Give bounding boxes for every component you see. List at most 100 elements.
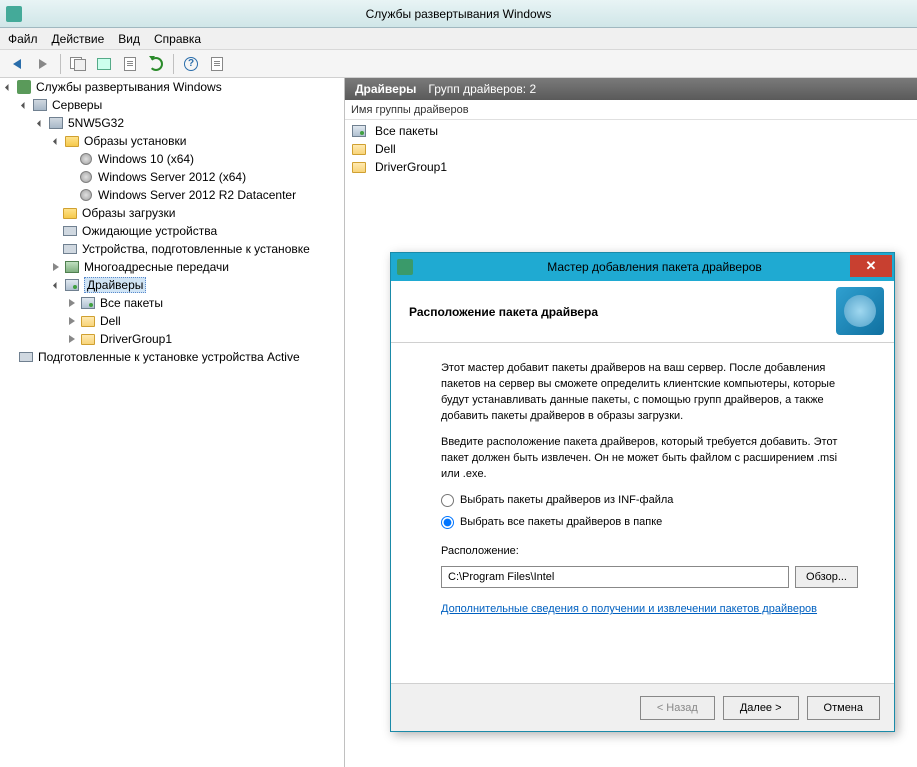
server-icon xyxy=(49,117,63,129)
toolbar-button-4[interactable] xyxy=(206,53,228,75)
menubar: Файл Действие Вид Справка xyxy=(0,28,917,50)
tree-toggle[interactable] xyxy=(66,297,78,309)
add-driver-wizard-dialog: Мастер добавления пакета драйверов ✕ Рас… xyxy=(390,252,895,732)
app-title: Службы развертывания Windows xyxy=(366,7,552,21)
list-item[interactable]: Dell xyxy=(345,140,917,158)
content-header: Драйверы Групп драйверов: 2 xyxy=(345,78,917,100)
nav-back-button[interactable] xyxy=(6,53,28,75)
list-item-label: Dell xyxy=(375,142,396,156)
nav-forward-button[interactable] xyxy=(32,53,54,75)
doc-icon xyxy=(211,57,223,71)
list-item[interactable]: DriverGroup1 xyxy=(345,158,917,176)
help-button[interactable]: ? xyxy=(180,53,202,75)
radio-inf-input[interactable] xyxy=(441,494,454,507)
browse-button[interactable]: Обзор... xyxy=(795,566,858,588)
radio-option-inf[interactable]: Выбрать пакеты драйверов из INF-файла xyxy=(441,493,858,509)
servers-icon xyxy=(33,99,47,111)
back-button[interactable]: < Назад xyxy=(640,696,715,720)
tree-toggle[interactable] xyxy=(50,135,62,147)
folder-icon xyxy=(81,334,95,345)
arrow-left-icon xyxy=(13,59,21,69)
multicast-icon xyxy=(65,261,79,273)
location-label: Расположение: xyxy=(441,544,858,560)
radio-option-folder[interactable]: Выбрать все пакеты драйверов в папке xyxy=(441,515,858,531)
more-info-link[interactable]: Дополнительные сведения о получении и из… xyxy=(441,603,817,615)
drivers-icon xyxy=(65,279,79,291)
folder-icon xyxy=(352,162,366,173)
image-icon xyxy=(80,189,92,201)
app-icon xyxy=(6,6,22,22)
tree-prepped-active[interactable]: Подготовленные к установке устройства Ac… xyxy=(38,350,300,364)
device-icon xyxy=(63,226,77,236)
content-header-status: Групп драйверов: 2 xyxy=(428,82,536,96)
radio-group: Выбрать пакеты драйверов из INF-файла Вы… xyxy=(441,493,858,531)
tree-img-win10[interactable]: Windows 10 (x64) xyxy=(98,152,194,166)
tree-multicast[interactable]: Многоадресные передачи xyxy=(84,260,229,274)
toolbar-separator xyxy=(173,54,174,74)
wizard-header-image xyxy=(836,287,884,335)
tree-toggle[interactable] xyxy=(50,261,62,273)
properties-icon xyxy=(124,57,136,71)
view-icon xyxy=(97,58,111,70)
toolbar-button-3[interactable] xyxy=(119,53,141,75)
tree-toggle[interactable] xyxy=(34,117,46,129)
tree-pending[interactable]: Ожидающие устройства xyxy=(82,224,217,238)
toolbar: ? xyxy=(0,50,917,78)
menu-help[interactable]: Справка xyxy=(154,32,201,46)
next-button[interactable]: Далее > xyxy=(723,696,799,720)
tree-img-ws2012r2[interactable]: Windows Server 2012 R2 Datacenter xyxy=(98,188,296,202)
help-icon: ? xyxy=(184,57,198,71)
tree-drivers[interactable]: Драйверы xyxy=(84,277,146,293)
tree-server-name[interactable]: 5NW5G32 xyxy=(68,116,124,130)
tree-boot-images[interactable]: Образы загрузки xyxy=(82,206,175,220)
list-header[interactable]: Имя группы драйверов xyxy=(345,100,917,120)
arrow-right-icon xyxy=(39,59,47,69)
tree-drv-all[interactable]: Все пакеты xyxy=(100,296,163,310)
device-icon xyxy=(19,352,33,362)
tree-img-ws2012[interactable]: Windows Server 2012 (x64) xyxy=(98,170,246,184)
cancel-button[interactable]: Отмена xyxy=(807,696,880,720)
wizard-icon xyxy=(397,259,413,275)
tree-drv-group1[interactable]: DriverGroup1 xyxy=(100,332,172,346)
location-input[interactable] xyxy=(441,566,789,588)
wizard-header-text: Расположение пакета драйвера xyxy=(409,305,598,319)
tree-toggle[interactable] xyxy=(66,315,78,327)
tree-servers[interactable]: Серверы xyxy=(52,98,102,112)
toolbar-button-1[interactable] xyxy=(67,53,89,75)
menu-view[interactable]: Вид xyxy=(118,32,140,46)
panels-icon xyxy=(70,57,86,71)
tree-toggle[interactable] xyxy=(50,279,62,291)
folder-icon xyxy=(352,144,366,155)
tree-panel: Службы развертывания Windows Серверы 5NW… xyxy=(0,78,345,767)
wizard-footer: < Назад Далее > Отмена xyxy=(391,683,894,731)
tree-root[interactable]: Службы развертывания Windows xyxy=(36,80,222,94)
tree-install-images[interactable]: Образы установки xyxy=(84,134,186,148)
image-icon xyxy=(80,153,92,165)
tree-toggle[interactable] xyxy=(66,333,78,345)
toolbar-button-2[interactable] xyxy=(93,53,115,75)
column-group-name[interactable]: Имя группы драйверов xyxy=(351,104,469,116)
menu-file[interactable]: Файл xyxy=(8,32,38,46)
wizard-prompt-text: Введите расположение пакета драйверов, к… xyxy=(441,435,858,483)
refresh-button[interactable] xyxy=(145,53,167,75)
device-icon xyxy=(63,244,77,254)
content-header-label: Драйверы xyxy=(355,82,416,96)
tree-prepped[interactable]: Устройства, подготовленные к установке xyxy=(82,242,310,256)
tree-drv-dell[interactable]: Dell xyxy=(100,314,121,328)
wizard-header: Расположение пакета драйвера xyxy=(391,281,894,343)
toolbar-separator xyxy=(60,54,61,74)
radio-folder-input[interactable] xyxy=(441,516,454,529)
radio-inf-label: Выбрать пакеты драйверов из INF-файла xyxy=(460,493,673,509)
close-button[interactable]: ✕ xyxy=(850,255,892,277)
tree-toggle[interactable] xyxy=(18,99,30,111)
wizard-titlebar[interactable]: Мастер добавления пакета драйверов ✕ xyxy=(391,253,894,281)
list-item-label: Все пакеты xyxy=(375,124,438,138)
wds-icon xyxy=(17,80,31,94)
driver-group-icon xyxy=(81,297,95,309)
list-item-label: DriverGroup1 xyxy=(375,160,447,174)
radio-folder-label: Выбрать все пакеты драйверов в папке xyxy=(460,515,662,531)
wizard-title: Мастер добавления пакета драйверов xyxy=(421,260,888,274)
menu-action[interactable]: Действие xyxy=(52,32,105,46)
list-item[interactable]: Все пакеты xyxy=(345,122,917,140)
tree-toggle[interactable] xyxy=(2,81,14,93)
